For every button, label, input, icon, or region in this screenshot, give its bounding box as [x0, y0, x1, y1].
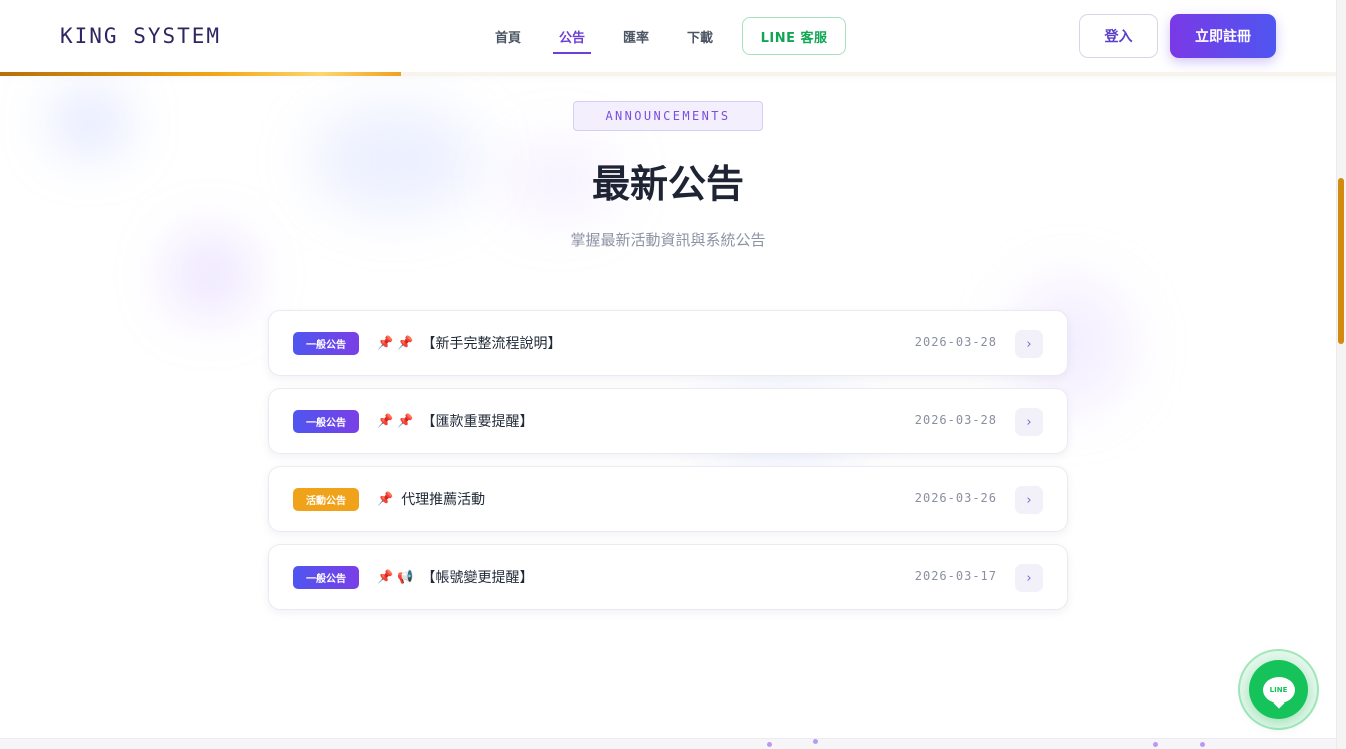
page-title: 最新公告 [591, 162, 744, 206]
announcement-date: 2026-03-17 [914, 569, 997, 583]
chevron-right-icon[interactable]: › [1015, 564, 1043, 592]
pin-megaphone-icon: 📌 📢 [377, 569, 414, 585]
announcement-card[interactable]: 一般公告 📌 📢 【帳號變更提醒】 2026-03-17 › [268, 544, 1068, 610]
announcement-title: 代理推薦活動 [401, 492, 486, 508]
announcement-title-wrap: 📌 📢 【帳號變更提醒】 [377, 567, 534, 587]
line-support-button[interactable]: LINE 客服 [742, 17, 847, 55]
announcement-card[interactable]: 一般公告 📌 📌 【匯款重要提醒】 2026-03-28 › [268, 388, 1068, 454]
pin-icon: 📌 📌 [377, 413, 414, 429]
bottom-section-edge [0, 738, 1336, 749]
announcement-list: 一般公告 📌 📌 【新手完整流程說明】 2026-03-28 › 一般公告 📌 … [268, 310, 1068, 622]
announcement-date: 2026-03-26 [914, 491, 997, 505]
nav-item-download[interactable]: 下載 [681, 21, 719, 52]
page-subtitle: 掌握最新活動資訊與系統公告 [570, 231, 766, 249]
chevron-right-icon[interactable]: › [1015, 330, 1043, 358]
scrollbar-thumb[interactable] [1338, 178, 1344, 344]
main-nav: 首頁 公告 匯率 下載 LINE 客服 [476, 16, 847, 56]
category-badge: 一般公告 [293, 566, 359, 589]
announcement-title-wrap: 📌 📌 【匯款重要提醒】 [377, 411, 534, 431]
line-chat-icon: LINE [1262, 676, 1295, 703]
category-badge: 活動公告 [293, 488, 359, 511]
chevron-right-icon[interactable]: › [1015, 408, 1043, 436]
pin-icon: 📌 [377, 491, 394, 507]
scroll-progress-fill [0, 72, 401, 76]
decorative-dot [767, 742, 772, 747]
top-header: KING SYSTEM 首頁 公告 匯率 下載 LINE 客服 登入 立即註冊 [0, 0, 1336, 72]
nav-item-exchange-rate[interactable]: 匯率 [617, 21, 655, 52]
scroll-progress-bar [0, 72, 1336, 76]
decorative-dot [813, 739, 818, 744]
category-badge: 一般公告 [293, 410, 359, 433]
announcement-title-wrap: 📌 📌 【新手完整流程說明】 [377, 333, 562, 353]
register-button[interactable]: 立即註冊 [1170, 14, 1276, 58]
category-badge: 一般公告 [293, 332, 359, 355]
announcement-title: 【新手完整流程說明】 [421, 336, 562, 352]
nav-item-home[interactable]: 首頁 [489, 21, 527, 52]
announcement-card[interactable]: 活動公告 📌 代理推薦活動 2026-03-26 › [268, 466, 1068, 532]
line-chat-label: LINE [1269, 685, 1288, 694]
decorative-dot [1153, 742, 1158, 747]
line-chat-button[interactable]: LINE [1249, 660, 1308, 719]
decorative-dot [1200, 742, 1205, 747]
login-button[interactable]: 登入 [1079, 14, 1158, 58]
background-blob [55, 95, 125, 150]
announcement-date: 2026-03-28 [914, 335, 997, 349]
announcement-card[interactable]: 一般公告 📌 📌 【新手完整流程說明】 2026-03-28 › [268, 310, 1068, 376]
announcement-date: 2026-03-28 [914, 413, 997, 427]
scrollbar-track[interactable] [1336, 0, 1346, 749]
announcement-title: 【帳號變更提醒】 [421, 570, 534, 586]
section-eyebrow: ANNOUNCEMENTS [573, 101, 763, 131]
announcement-title: 【匯款重要提醒】 [421, 414, 534, 430]
site-logo[interactable]: KING SYSTEM [60, 24, 221, 48]
pin-icon: 📌 📌 [377, 335, 414, 351]
nav-item-announcements[interactable]: 公告 [553, 21, 592, 54]
announcement-title-wrap: 📌 代理推薦活動 [377, 489, 485, 509]
chevron-right-icon[interactable]: › [1015, 486, 1043, 514]
